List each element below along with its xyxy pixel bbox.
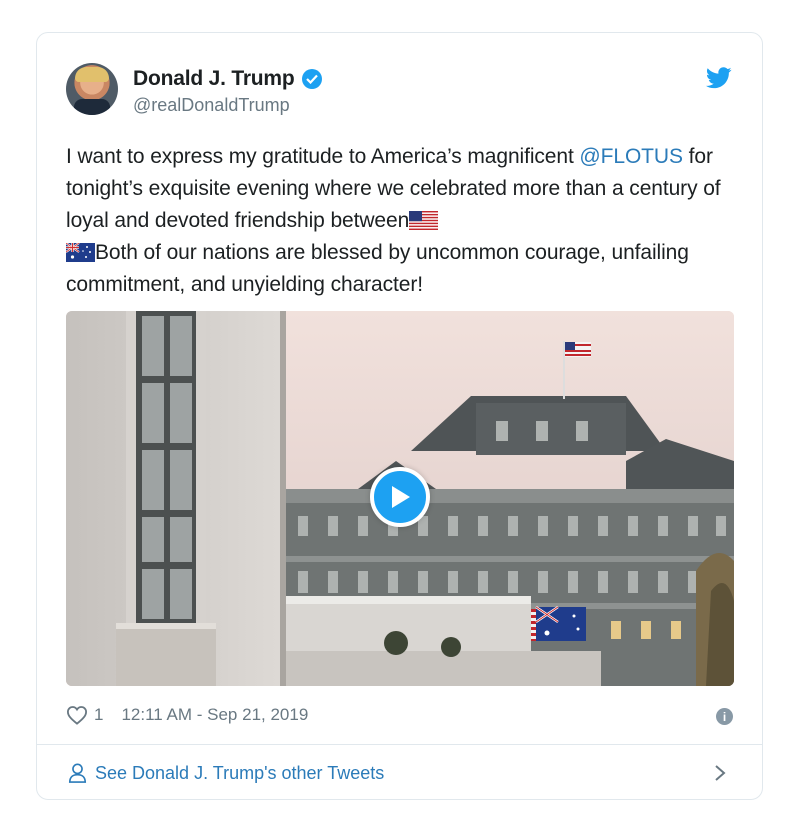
author-handle[interactable]: @realDonaldTrump — [133, 95, 290, 116]
mention-flotus-link[interactable]: @FLOTUS — [579, 145, 683, 168]
author-display-name[interactable]: Donald J. Trump — [133, 67, 295, 91]
verified-badge-icon — [301, 69, 322, 89]
avatar[interactable] — [66, 63, 118, 115]
like-count[interactable]: 1 — [94, 705, 103, 725]
see-other-tweets-label: See Donald J. Trump's other Tweets — [95, 762, 385, 783]
play-video-button[interactable] — [370, 467, 430, 527]
play-icon — [392, 486, 410, 508]
australia-flag-emoji — [66, 243, 95, 262]
heart-icon[interactable] — [66, 705, 88, 725]
tweet-text-part-1: I want to express my gratitude to Americ… — [66, 145, 580, 168]
tweet-header: Donald J. Trump @realDonaldTrump — [66, 61, 732, 121]
us-flag-emoji — [409, 211, 439, 230]
twitter-bird-icon[interactable] — [706, 67, 732, 89]
see-other-tweets-link[interactable]: See Donald J. Trump's other Tweets — [37, 745, 762, 801]
tweet-meta: 1 12:11 AM - Sep 21, 2019 — [66, 705, 308, 725]
tweet-card[interactable]: Donald J. Trump @realDonaldTrump I want … — [36, 32, 763, 800]
author-name-row[interactable]: Donald J. Trump — [133, 67, 322, 91]
tweet-text-part-3: Both of our nations are blessed by uncom… — [66, 241, 689, 296]
person-icon — [68, 763, 87, 783]
tweet-text: I want to express my gratitude to Americ… — [66, 141, 736, 301]
info-icon[interactable]: i — [716, 708, 733, 725]
tweet-video[interactable] — [66, 311, 734, 686]
tweet-timestamp[interactable]: 12:11 AM - Sep 21, 2019 — [121, 705, 308, 725]
chevron-right-icon — [715, 765, 726, 781]
